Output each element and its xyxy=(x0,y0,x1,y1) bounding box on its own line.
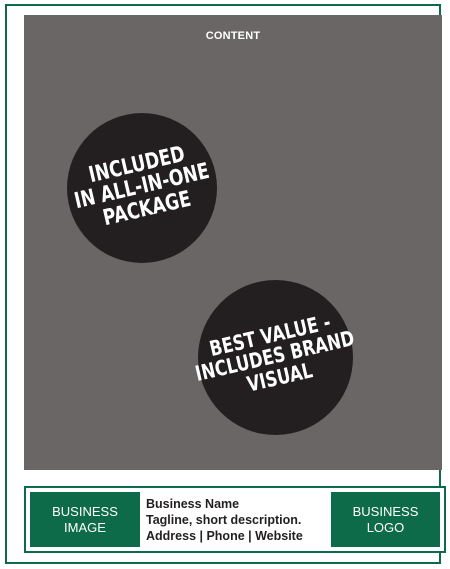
business-footer: BUSINESS IMAGE Business Name Tagline, sh… xyxy=(24,486,446,553)
business-logo-label-line-2: LOGO xyxy=(366,519,405,535)
best-value-badge: BEST VALUE - INCLUDES BRAND VISUAL xyxy=(194,280,357,435)
content-label: CONTENT xyxy=(205,30,261,42)
business-contact: Address | Phone | Website xyxy=(146,529,303,543)
business-info: Business Name Tagline, short description… xyxy=(146,496,328,544)
business-image-label-line-2: IMAGE xyxy=(64,519,106,535)
business-logo-label-line-1: BUSINESS xyxy=(352,503,419,519)
content-area: CONTENT INCLUDED IN ALL-IN-ONE PACKAGE B… xyxy=(24,15,442,470)
business-image-label-line-1: BUSINESS xyxy=(52,503,118,519)
business-tagline: Tagline, short description. xyxy=(146,513,302,527)
business-image-placeholder: BUSINESS IMAGE xyxy=(30,492,140,547)
package-badge-text: INCLUDED IN ALL-IN-ONE PACKAGE xyxy=(67,140,216,237)
business-logo-placeholder: BUSINESS LOGO xyxy=(331,492,440,547)
best-value-badge-text: BEST VALUE - INCLUDES BRAND VISUAL xyxy=(189,308,362,407)
business-name: Business Name xyxy=(146,497,240,511)
package-badge: INCLUDED IN ALL-IN-ONE PACKAGE xyxy=(67,113,217,263)
